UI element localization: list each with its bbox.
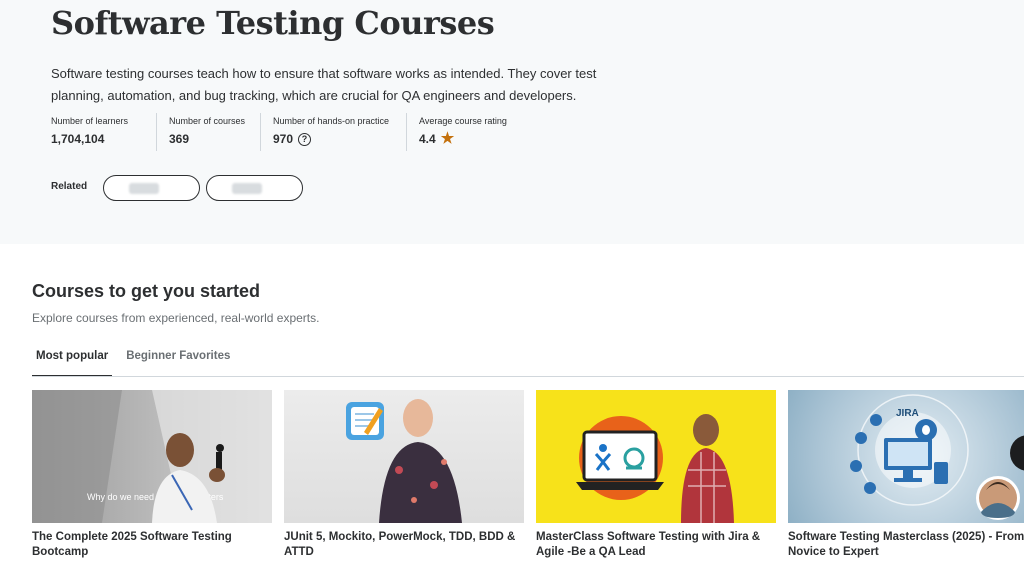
section-title: Courses to get you started [32,281,261,301]
stat-label: Number of courses [169,116,246,126]
presenter-image: Why do we need Software Testers [32,390,272,523]
stat-hands-on-practice: Number of hands-on practice 970 ? [260,113,406,151]
course-card[interactable]: JIRA Software Testing Masterclass (2025)… [788,390,1024,560]
devices-illustration: JIRA [850,394,1020,520]
course-title[interactable]: JUnit 5, Mockito, PowerMock, TDD, BDD & … [284,530,524,560]
related-topic-pill[interactable] [206,175,303,201]
tab-most-popular[interactable]: Most popular [32,343,113,377]
course-title[interactable]: MasterClass Software Testing with Jira &… [536,530,776,560]
course-thumbnail[interactable]: JIRA [788,390,1024,523]
jira-logo-text: JIRA [896,408,919,419]
hero-section: Software Testing Courses Software testin… [0,0,1024,244]
star-icon: ★ [440,130,455,147]
page-title: Software Testing Courses [51,4,495,42]
stat-value: 970 [273,132,294,146]
stat-label: Number of learners [51,116,129,126]
course-card[interactable]: Why do we need Software Testers The Comp… [32,390,272,560]
tab-beginner-favorites[interactable]: Beginner Favorites [122,343,234,377]
question-circle-icon[interactable]: ? [298,132,312,146]
stat-value: 4.4 [419,132,436,146]
instructor-image [346,399,462,523]
tabs-divider [32,376,1024,377]
bug-icon [915,419,937,441]
stat-courses: Number of courses 369 [156,113,260,151]
stat-value: 369 [169,132,190,146]
blurred-label [232,183,262,194]
stat-label: Average course rating [419,116,507,126]
section-subtitle: Explore courses from experienced, real-w… [32,311,320,325]
course-tabs: Most popular Beginner Favorites [32,343,244,377]
stat-value: 1,704,104 [51,132,105,146]
page-description: Software testing courses teach how to en… [51,66,597,103]
course-thumbnail[interactable] [536,390,776,523]
stat-label: Number of hands-on practice [273,116,390,126]
course-title[interactable]: The Complete 2025 Software Testing Bootc… [32,530,272,560]
stat-learners: Number of learners 1,704,104 [51,113,156,151]
stat-rating: Average course rating 4.4 ★ [406,113,526,151]
instructor-avatar [976,476,1020,520]
blurred-label [129,183,159,194]
course-thumbnail[interactable] [284,390,524,523]
stats-row: Number of learners 1,704,104 Number of c… [51,113,526,151]
course-card[interactable]: MasterClass Software Testing with Jira &… [536,390,776,560]
related-topic-pill[interactable] [103,175,200,201]
related-label: Related [51,181,88,192]
instructor-laptop-image [576,414,734,523]
course-card[interactable]: JUnit 5, Mockito, PowerMock, TDD, BDD & … [284,390,524,560]
course-thumbnail[interactable]: Why do we need Software Testers [32,390,272,523]
course-title[interactable]: Software Testing Masterclass (2025) - Fr… [788,530,1024,560]
